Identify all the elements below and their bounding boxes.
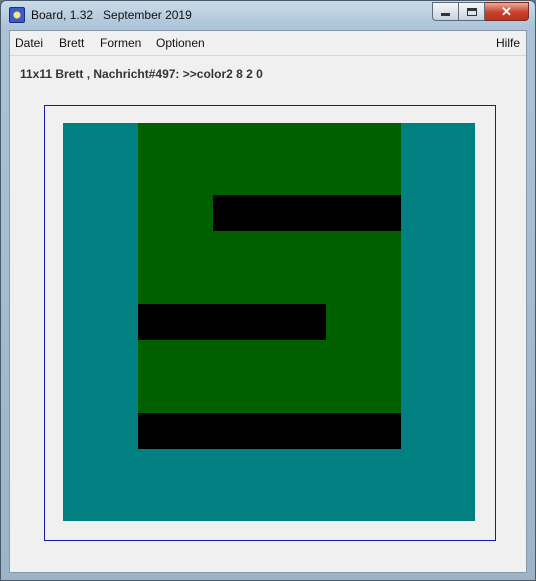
menu-bar: Datei Brett Formen Optionen Hilfe xyxy=(10,31,526,55)
menu-datei[interactable]: Datei xyxy=(15,36,43,50)
client-area: Datei Brett Formen Optionen Hilfe 11x11 … xyxy=(9,30,527,573)
close-icon: ✕ xyxy=(501,4,512,19)
black-bar-bottom xyxy=(138,413,401,449)
menu-hilfe[interactable]: Hilfe xyxy=(496,36,520,50)
menu-formen[interactable]: Formen xyxy=(100,36,141,50)
close-button[interactable]: ✕ xyxy=(485,2,529,21)
minimize-button[interactable] xyxy=(432,2,459,21)
menu-divider xyxy=(10,55,526,56)
window-controls: ✕ xyxy=(432,2,529,21)
menu-optionen[interactable]: Optionen xyxy=(156,36,205,50)
green-region xyxy=(138,123,401,449)
board-grid[interactable] xyxy=(63,123,475,521)
app-window: Board, 1.32 September 2019 ✕ Datei Brett… xyxy=(0,0,536,581)
status-message: 11x11 Brett , Nachricht#497: >>color2 8 … xyxy=(20,67,263,81)
board-frame xyxy=(44,105,496,541)
title-bar[interactable]: Board, 1.32 September 2019 ✕ xyxy=(1,1,535,30)
menu-brett[interactable]: Brett xyxy=(59,36,84,50)
app-icon xyxy=(9,7,25,23)
window-title: Board, 1.32 September 2019 xyxy=(31,8,192,22)
minimize-icon xyxy=(441,13,450,16)
maximize-button[interactable] xyxy=(459,2,485,21)
black-bar-middle xyxy=(138,304,326,340)
black-bar-top xyxy=(213,195,401,231)
maximize-icon xyxy=(466,7,477,16)
